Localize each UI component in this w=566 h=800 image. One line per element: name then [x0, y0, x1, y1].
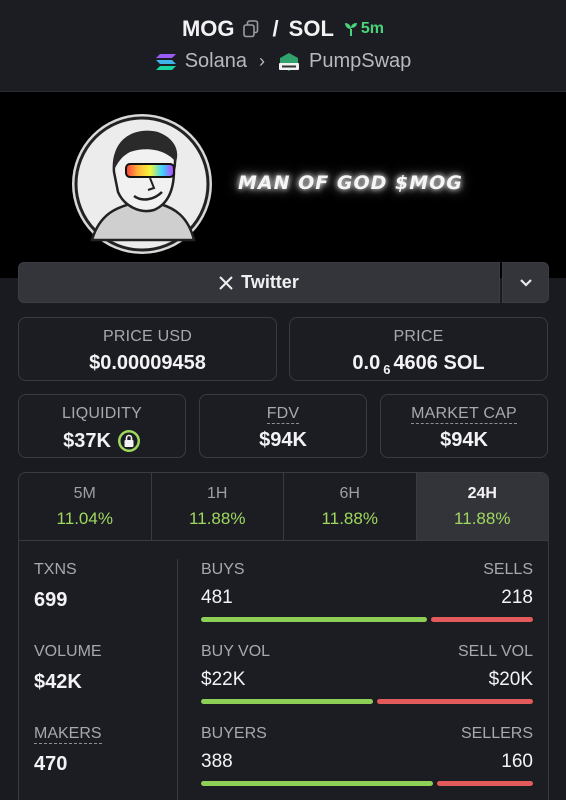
timeframe-tabs: 5M 11.04% 1H 11.88% 6H 11.88% 24H 11.88% [19, 473, 548, 541]
volume-stat: VOLUME $42K [34, 643, 102, 694]
buy-bar [201, 617, 427, 622]
txns-label: TXNS [34, 561, 77, 578]
solana-icon [155, 53, 176, 70]
volume-split-stat: BUY VOL SELL VOL $22K $20K [201, 643, 533, 704]
twitter-label: Twitter [241, 272, 299, 292]
buyers-sellers-stat: BUYERS SELLERS 388 160 [201, 725, 533, 786]
socials-row: Twitter [18, 262, 549, 303]
buy-vol-label: BUY VOL [201, 643, 271, 660]
sellers-value: 160 [501, 751, 533, 772]
tab-6h[interactable]: 6H 11.88% [284, 473, 417, 540]
price-native-card: PRICE 0.0 6 4606 SOL [289, 317, 548, 381]
copy-icon[interactable] [242, 20, 259, 38]
links-dropdown-button[interactable] [502, 262, 549, 303]
buy-bar [201, 781, 434, 786]
token-logo [72, 114, 212, 254]
stats-panel: 5M 11.04% 1H 11.88% 6H 11.88% 24H 11.88%… [18, 472, 549, 800]
fdv-value: $94K [259, 429, 307, 451]
token-banner: MAN OF GOD $MOG [0, 92, 566, 278]
txns-stat: TXNS 699 [34, 561, 77, 612]
liquidity-value-row: $37K [19, 429, 185, 453]
volume-bar [201, 699, 533, 704]
price-usd-value: $0.00009458 [89, 352, 206, 374]
buy-bar [201, 699, 373, 704]
sell-bar [437, 781, 533, 786]
sell-vol-value: $20K [488, 669, 533, 690]
tab-change: 11.88% [189, 509, 246, 528]
lock-icon[interactable] [117, 429, 141, 453]
buys-value: 481 [201, 587, 233, 608]
price-usd-card: PRICE USD $0.00009458 [18, 317, 277, 381]
seedling-icon [344, 23, 357, 36]
tab-5m[interactable]: 5M 11.04% [19, 473, 152, 540]
buyers-bar [201, 781, 533, 786]
buys-label: BUYS [201, 561, 245, 578]
buys-sells-bar [201, 617, 533, 622]
pair-age: 5m [344, 20, 384, 38]
tab-change: 11.04% [56, 509, 113, 528]
x-logo-icon [219, 275, 233, 290]
pair-title: MOG / SOL 5m [0, 16, 566, 42]
buy-vol-value: $22K [201, 669, 246, 690]
tab-change: 11.88% [454, 509, 511, 528]
buyers-value: 388 [201, 751, 233, 772]
price-native-value: 0.0 6 4606 SOL [290, 352, 547, 377]
liquidity-label: LIQUIDITY [61, 405, 143, 422]
volume-value: $42K [34, 671, 82, 693]
price-suffix: 4606 SOL [393, 352, 485, 374]
chevron-down-icon [519, 278, 532, 287]
dex-name[interactable]: PumpSwap [309, 50, 411, 73]
tab-label: 5M [73, 485, 96, 502]
sell-bar [376, 699, 533, 704]
price-zero-count: 6 [383, 362, 391, 377]
price-prefix: 0.0 [352, 352, 381, 374]
chain-name[interactable]: Solana [185, 50, 247, 73]
sell-bar [430, 617, 533, 622]
stats-divider [177, 559, 178, 800]
breadcrumb: Solana › PumpSwap [0, 50, 566, 73]
pair-age-value: 5m [360, 20, 385, 37]
liquidity-card: LIQUIDITY $37K [18, 394, 186, 458]
fdv-card: FDV $94K [199, 394, 367, 458]
price-native-label: PRICE [393, 328, 444, 345]
trade-stats: TXNS 699 VOLUME $42K MAKERS 470 BUYS SEL… [19, 541, 548, 800]
price-usd-label: PRICE USD [103, 328, 192, 345]
fdv-label-wrap: FDV [200, 405, 366, 424]
base-token: MOG [181, 16, 235, 41]
twitter-button[interactable]: Twitter [18, 262, 500, 303]
makers-value: 470 [34, 753, 68, 775]
sell-vol-label: SELL VOL [457, 643, 533, 660]
fdv-label[interactable]: FDV [266, 405, 300, 424]
market-cap-card: MARKET CAP $94K [380, 394, 548, 458]
tab-24h[interactable]: 24H 11.88% [416, 473, 548, 540]
chevron-right-icon: › [259, 51, 265, 71]
pair-separator: / [272, 16, 279, 41]
tab-label: 1H [207, 485, 228, 502]
market-cap-label[interactable]: MARKET CAP [411, 405, 517, 424]
market-cap-value: $94K [440, 429, 488, 451]
tab-1h[interactable]: 1H 11.88% [152, 473, 284, 540]
pair-header: MOG / SOL 5m Solana › PumpSwap [0, 0, 566, 92]
mcap-label-wrap: MARKET CAP [381, 405, 547, 424]
buyers-label: BUYERS [201, 725, 267, 742]
sells-label: SELLS [483, 561, 533, 578]
quote-token: SOL [288, 16, 334, 41]
tab-label: 6H [339, 485, 360, 502]
pumpswap-icon [279, 52, 299, 71]
tab-label: 24H [467, 485, 497, 502]
txns-value: 699 [34, 589, 68, 611]
tab-change: 11.88% [321, 509, 378, 528]
sellers-label: SELLERS [460, 725, 533, 742]
sells-value: 218 [501, 587, 533, 608]
banner-tagline: MAN OF GOD $MOG [238, 172, 463, 194]
makers-label[interactable]: MAKERS [34, 725, 102, 744]
buys-sells-stat: BUYS SELLS 481 218 [201, 561, 533, 622]
volume-label: VOLUME [34, 643, 102, 660]
liquidity-value: $37K [63, 429, 111, 452]
makers-stat: MAKERS 470 [34, 725, 102, 776]
